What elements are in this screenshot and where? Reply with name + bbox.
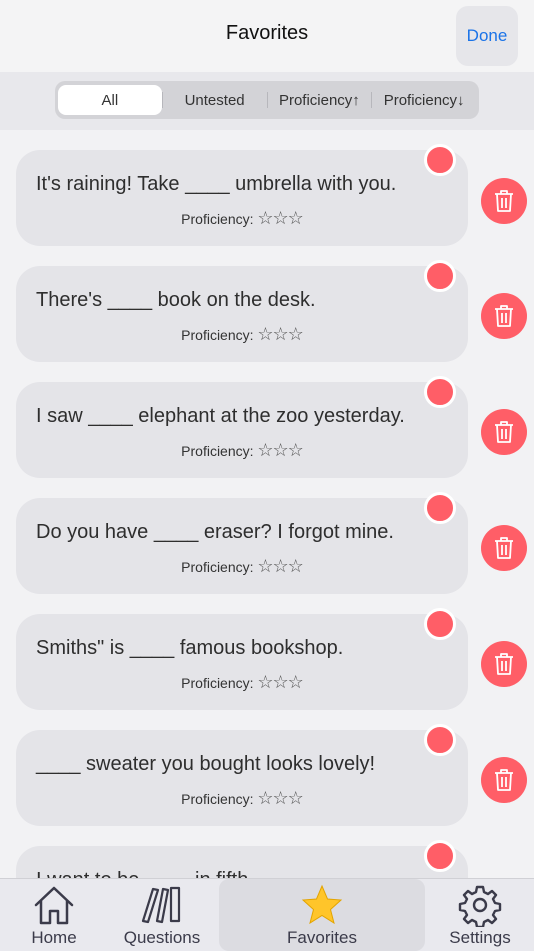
question-text: ____ sweater you bought looks lovely! bbox=[36, 753, 376, 775]
favorites-list[interactable]: It's raining! Take ____ umbrella with yo… bbox=[0, 130, 534, 878]
trash-icon bbox=[495, 537, 513, 559]
tab-label: Favorites bbox=[287, 928, 357, 947]
question-text: Smiths" is ____ famous bookshop. bbox=[36, 637, 344, 659]
proficiency-label: Proficiency: bbox=[181, 791, 254, 807]
proficiency-row: Proficiency: ☆☆☆ bbox=[16, 556, 468, 577]
question-text: Do you have ____ eraser? I forgot mine. bbox=[36, 521, 394, 543]
books-icon bbox=[139, 883, 185, 927]
filter-proficiency-desc[interactable]: Proficiency↓ bbox=[372, 85, 476, 115]
star-rating: ☆☆☆ bbox=[257, 788, 303, 808]
list-item[interactable]: It's raining! Take ____ umbrella with yo… bbox=[16, 144, 468, 246]
tab-home[interactable]: Home bbox=[12, 879, 96, 951]
list-item[interactable]: I want to be ____ in fifth. bbox=[16, 840, 468, 878]
filter-segmented-control: All Untested Proficiency↑ Proficiency↓ bbox=[55, 81, 479, 119]
star-rating: ☆☆☆ bbox=[257, 324, 303, 344]
list-item[interactable]: I saw ____ elephant at the zoo yesterday… bbox=[16, 376, 468, 478]
proficiency-label: Proficiency: bbox=[181, 211, 254, 227]
trash-icon bbox=[495, 769, 513, 791]
star-rating: ☆☆☆ bbox=[257, 556, 303, 576]
status-dot bbox=[424, 492, 456, 524]
proficiency-row: Proficiency: ☆☆☆ bbox=[16, 324, 468, 345]
trash-icon bbox=[495, 305, 513, 327]
tab-questions[interactable]: Questions bbox=[112, 879, 212, 951]
tab-label: Questions bbox=[123, 928, 201, 947]
tab-settings[interactable]: Settings bbox=[436, 879, 524, 951]
proficiency-row: Proficiency: ☆☆☆ bbox=[16, 208, 468, 229]
status-dot bbox=[424, 608, 456, 640]
filter-untested[interactable]: Untested bbox=[163, 85, 267, 115]
question-text: There's ____ book on the desk. bbox=[36, 289, 316, 311]
star-rating: ☆☆☆ bbox=[257, 440, 303, 460]
gear-icon bbox=[458, 883, 502, 927]
list-item[interactable]: Smiths" is ____ famous bookshop. Profici… bbox=[16, 608, 468, 710]
delete-button[interactable] bbox=[481, 525, 527, 571]
status-dot bbox=[424, 840, 456, 872]
trash-icon bbox=[495, 421, 513, 443]
proficiency-label: Proficiency: bbox=[181, 559, 254, 575]
tab-favorites[interactable]: Favorites bbox=[219, 879, 425, 951]
question-text: I want to be ____ in fifth. bbox=[36, 869, 254, 878]
list-item[interactable]: Do you have ____ eraser? I forgot mine. … bbox=[16, 492, 468, 594]
page-title: Favorites bbox=[225, 22, 309, 44]
navigation-header: Favorites Done bbox=[0, 0, 534, 72]
list-item[interactable]: ____ sweater you bought looks lovely! Pr… bbox=[16, 724, 468, 826]
proficiency-row: Proficiency: ☆☆☆ bbox=[16, 672, 468, 693]
status-dot bbox=[424, 724, 456, 756]
trash-icon bbox=[495, 190, 513, 212]
proficiency-label: Proficiency: bbox=[181, 675, 254, 691]
list-item[interactable]: There's ____ book on the desk. Proficien… bbox=[16, 260, 468, 362]
delete-button[interactable] bbox=[481, 178, 527, 224]
filter-proficiency-asc[interactable]: Proficiency↑ bbox=[268, 85, 372, 115]
tab-label: Settings bbox=[449, 928, 511, 947]
trash-icon bbox=[495, 653, 513, 675]
proficiency-row: Proficiency: ☆☆☆ bbox=[16, 440, 468, 461]
delete-button[interactable] bbox=[481, 409, 527, 455]
delete-button[interactable] bbox=[481, 293, 527, 339]
status-dot bbox=[424, 260, 456, 292]
status-dot bbox=[424, 376, 456, 408]
filter-all[interactable]: All bbox=[58, 85, 162, 115]
star-rating: ☆☆☆ bbox=[257, 672, 303, 692]
tab-bar: Home Questions Favorites Settings bbox=[0, 878, 534, 951]
done-button[interactable]: Done bbox=[456, 6, 518, 66]
star-icon bbox=[300, 883, 344, 927]
question-text: It's raining! Take ____ umbrella with yo… bbox=[36, 173, 397, 195]
proficiency-row: Proficiency: ☆☆☆ bbox=[16, 788, 468, 809]
question-text: I saw ____ elephant at the zoo yesterday… bbox=[36, 405, 405, 427]
home-icon bbox=[32, 883, 76, 927]
status-dot bbox=[424, 144, 456, 176]
filter-bar: All Untested Proficiency↑ Proficiency↓ bbox=[0, 72, 534, 130]
delete-button[interactable] bbox=[481, 641, 527, 687]
delete-button[interactable] bbox=[481, 757, 527, 803]
star-rating: ☆☆☆ bbox=[257, 208, 303, 228]
tab-label: Home bbox=[31, 928, 77, 947]
proficiency-label: Proficiency: bbox=[181, 327, 254, 343]
proficiency-label: Proficiency: bbox=[181, 443, 254, 459]
